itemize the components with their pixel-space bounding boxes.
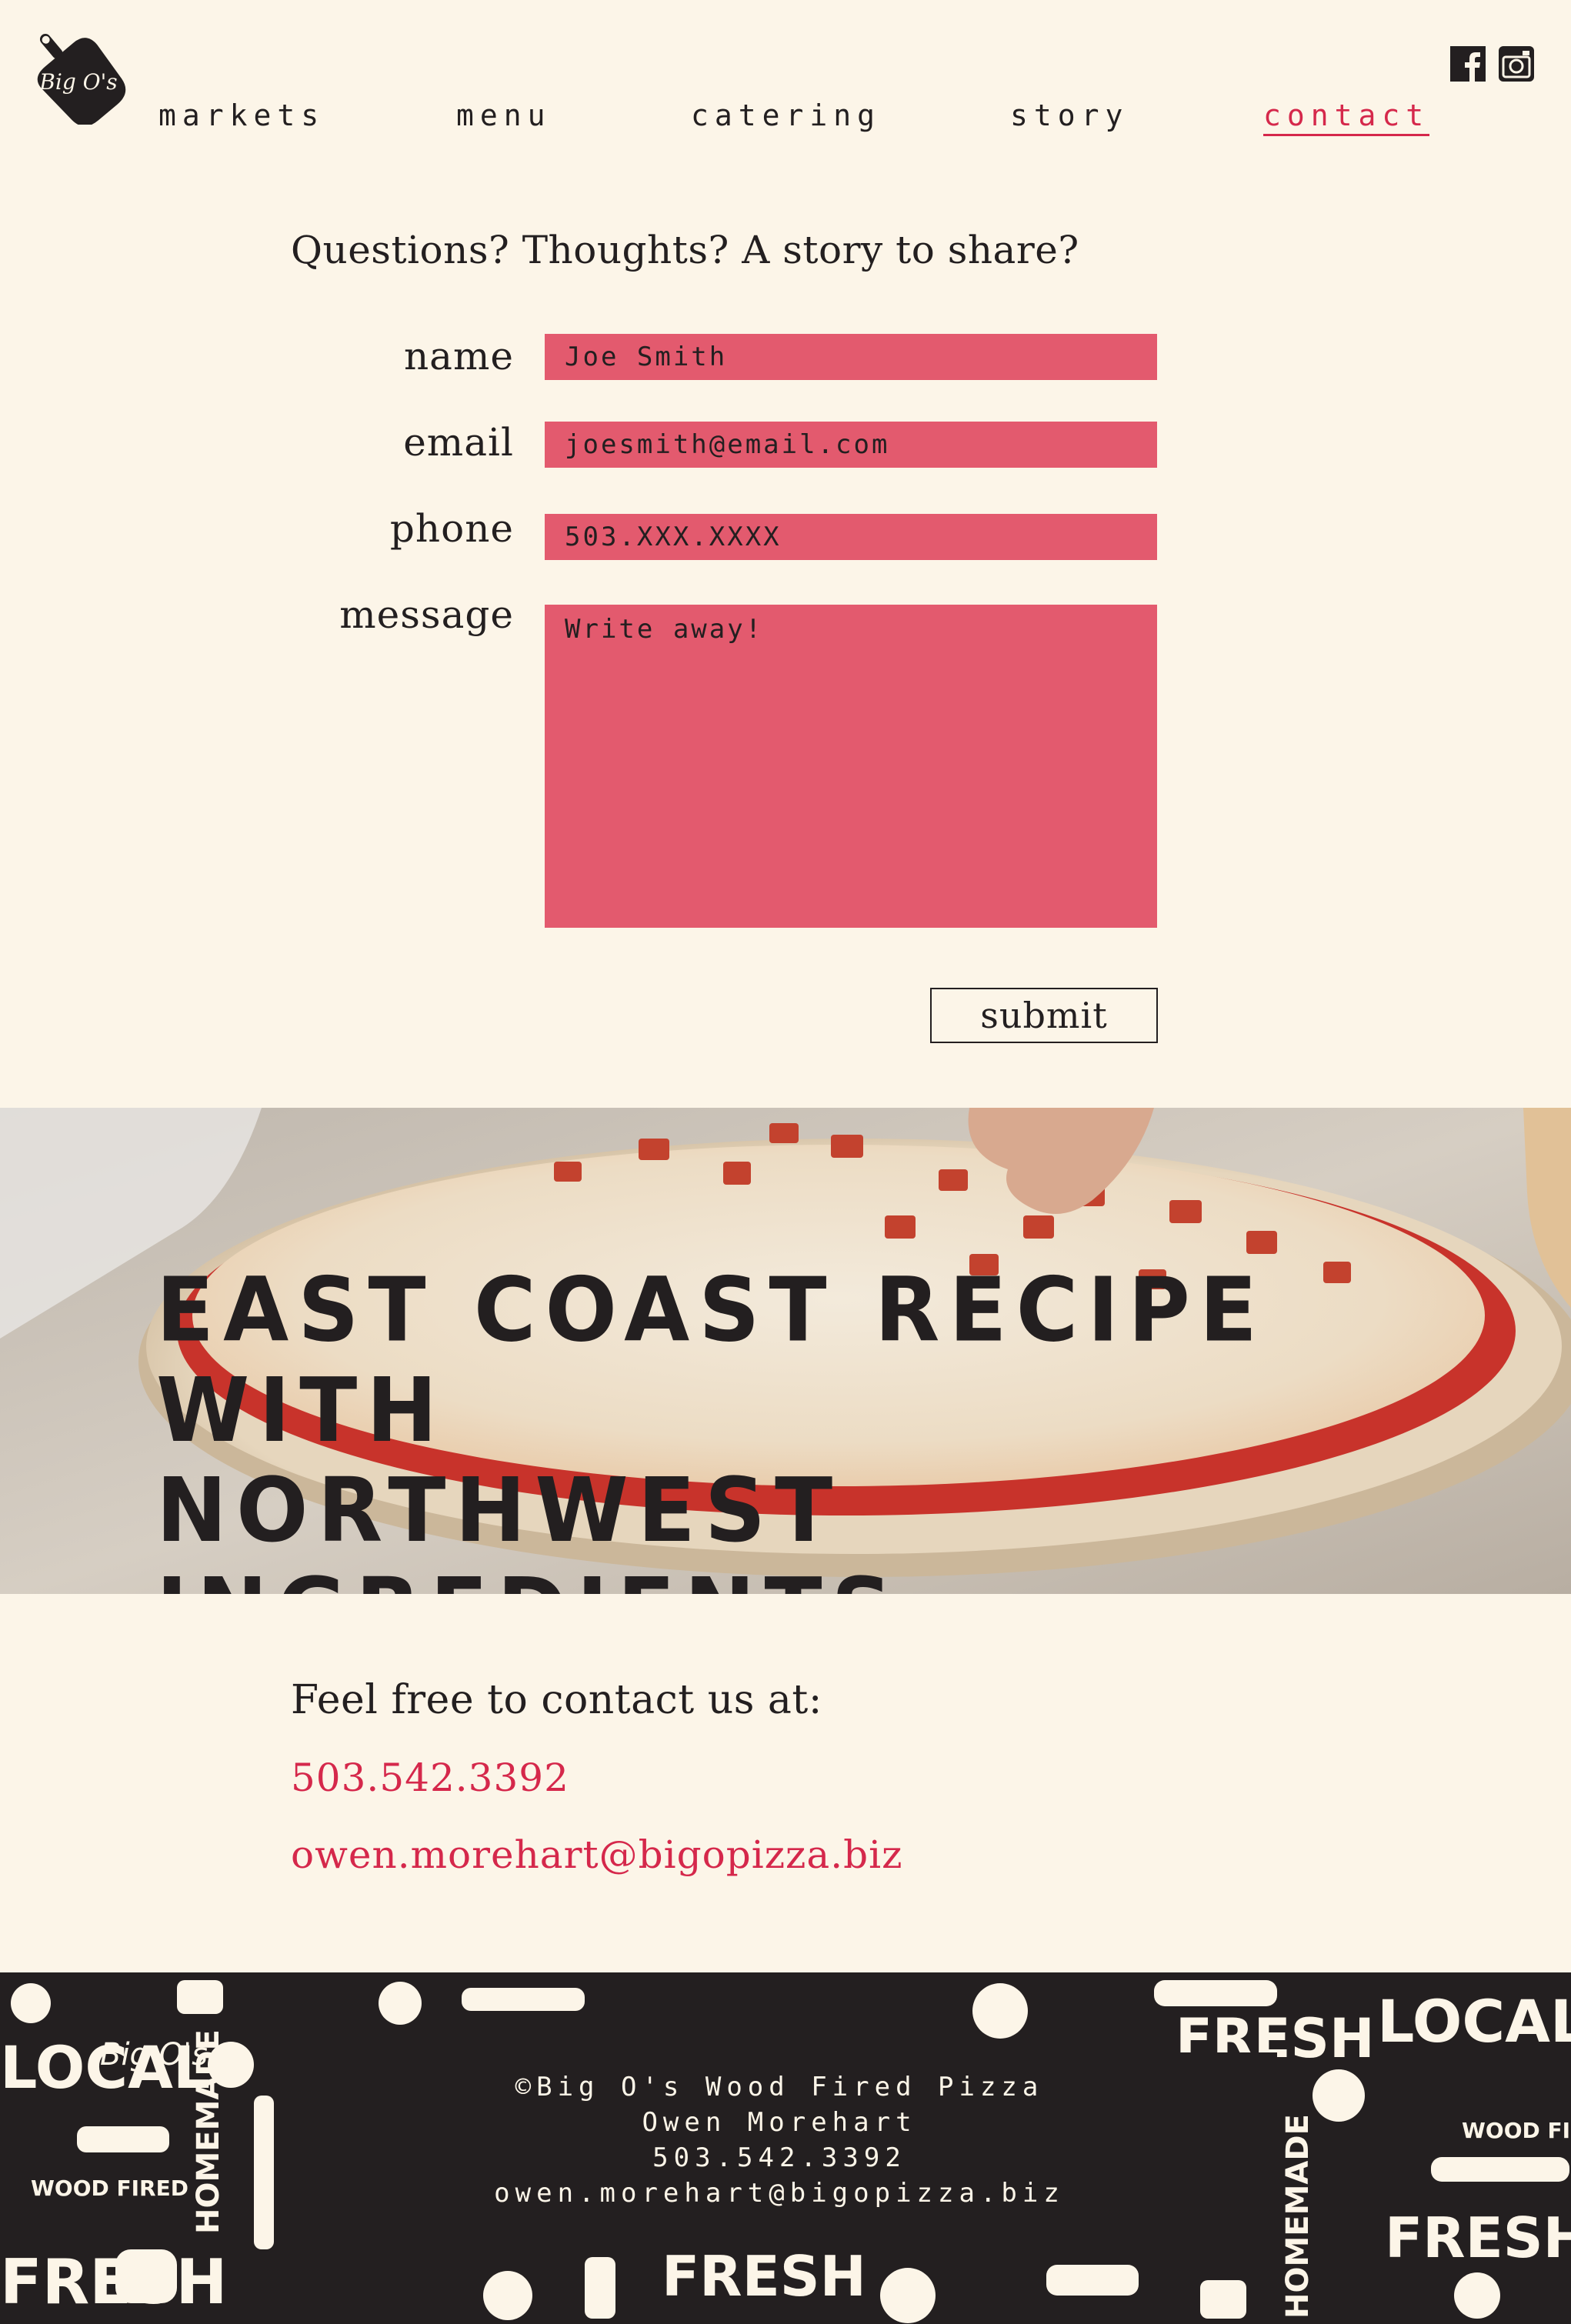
pattern-word-wood-fired: WOOD FIRED	[31, 2176, 188, 2201]
pattern-word-fresh-4: FRESH	[662, 2244, 866, 2309]
hero-banner: EAST COAST RECIPE WITH NORTHWEST INGREDI…	[0, 1108, 1571, 1594]
pattern-word-logo: Big O's	[100, 2037, 208, 2072]
footer-info: ©Big O's Wood Fired Pizza Owen Morehart …	[282, 2052, 1277, 2249]
name-label: name	[403, 334, 514, 378]
nav-item-menu[interactable]: menu	[456, 98, 552, 132]
pattern-word-local-2: LOCAL	[1377, 1987, 1571, 2056]
footer-owner: Owen Morehart	[642, 2107, 917, 2138]
contact-phone-link[interactable]: 503.542.3392	[291, 1756, 569, 1800]
message-label: message	[339, 592, 514, 637]
hero-title: EAST COAST RECIPE WITH NORTHWEST INGREDI…	[156, 1258, 1267, 1594]
contact-intro: Feel free to contact us at:	[291, 1677, 822, 1723]
footer-copyright: ©Big O's Wood Fired Pizza	[515, 2072, 1044, 2102]
form-headline: Questions? Thoughts? A story to share?	[291, 228, 1079, 272]
nav-item-contact[interactable]: contact	[1263, 98, 1430, 136]
logo-text: Big O's	[38, 69, 117, 95]
pattern-word-homemade-2: HOMEMADE	[1280, 2114, 1316, 2319]
instagram-icon[interactable]	[1499, 46, 1534, 82]
pattern-word-wood-fired-2: WOOD FIRED	[1462, 2118, 1571, 2143]
main-nav: markets menu catering story contact	[0, 98, 1462, 145]
message-field[interactable]	[545, 605, 1157, 928]
pattern-word-fresh-3: FRESH	[1385, 2206, 1571, 2270]
nav-item-markets[interactable]: markets	[158, 98, 325, 132]
nav-item-story[interactable]: story	[1010, 98, 1129, 132]
footer-email: owen.morehart@bigopizza.biz	[494, 2178, 1065, 2209]
email-label: email	[403, 420, 514, 465]
nav-item-catering[interactable]: catering	[691, 98, 881, 132]
contact-email-link[interactable]: owen.morehart@bigopizza.biz	[291, 1832, 902, 1877]
pattern-word-fresh-2: FRESH	[0, 2246, 227, 2318]
phone-label: phone	[389, 506, 514, 551]
footer: LOCAL LOCAL FRESH FRESH FRESH FRESH HOME…	[0, 1972, 1571, 2324]
facebook-icon[interactable]	[1450, 46, 1486, 82]
email-field[interactable]	[545, 422, 1157, 468]
submit-button[interactable]: submit	[930, 988, 1158, 1043]
name-field[interactable]	[545, 334, 1157, 380]
footer-phone: 503.542.3392	[652, 2142, 906, 2173]
phone-field[interactable]	[545, 514, 1157, 560]
